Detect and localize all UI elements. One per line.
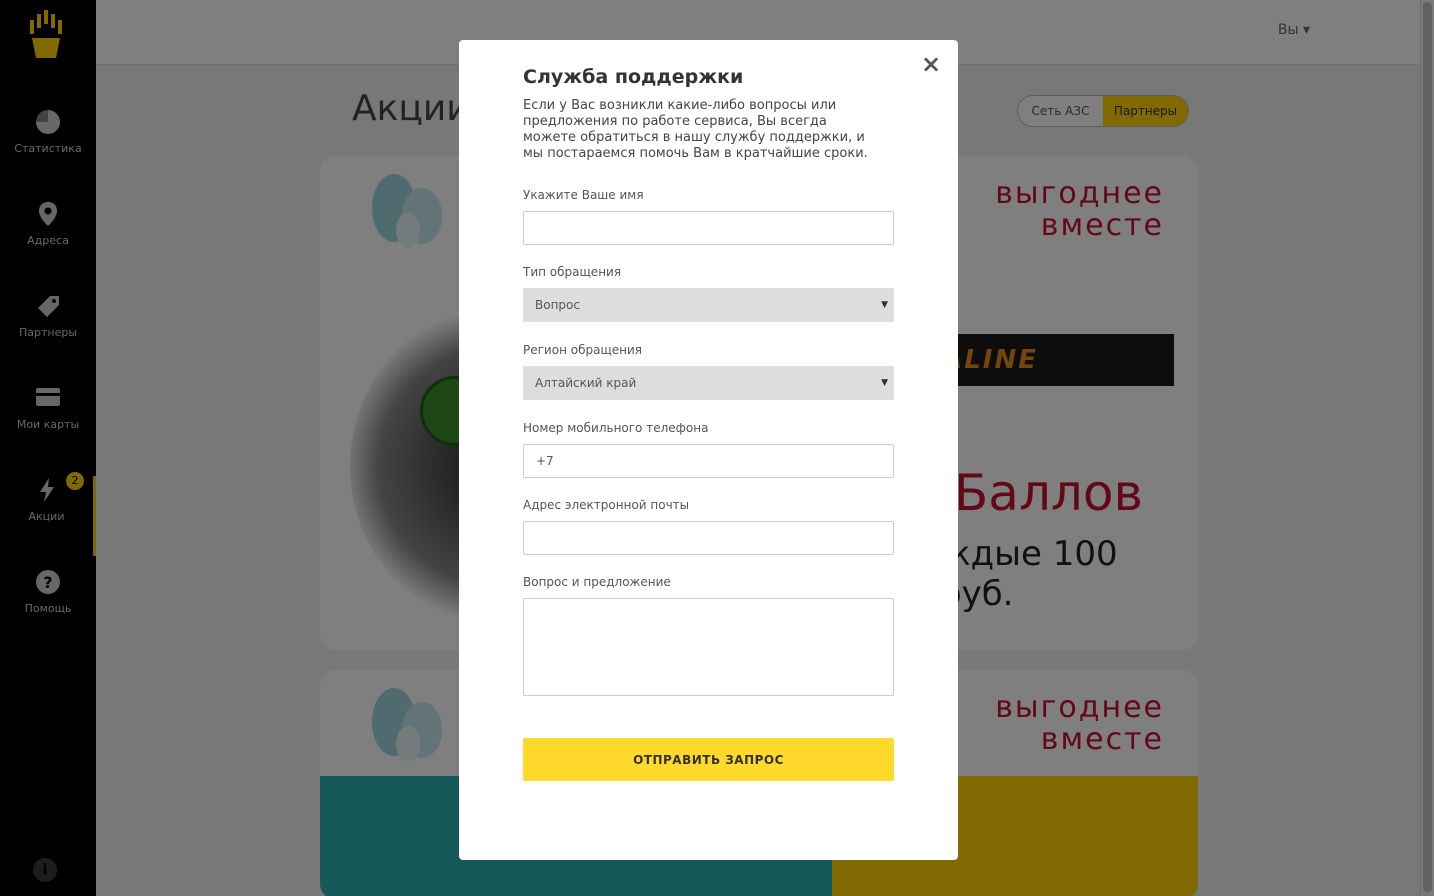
support-modal: × Служба поддержки Если у Вас возникли к… bbox=[459, 40, 958, 860]
region-select[interactable]: Алтайский край ▼ bbox=[523, 366, 894, 400]
request-type-select[interactable]: Вопрос ▼ bbox=[523, 288, 894, 322]
name-label: Укажите Ваше имя bbox=[523, 188, 644, 202]
dropdown-arrow-icon: ▼ bbox=[881, 378, 888, 388]
phone-input[interactable] bbox=[523, 444, 894, 478]
email-input[interactable] bbox=[523, 521, 894, 555]
modal-title: Служба поддержки bbox=[523, 66, 744, 88]
question-textarea[interactable] bbox=[523, 598, 894, 696]
region-label: Регион обращения bbox=[523, 343, 642, 357]
submit-request-button[interactable]: ОТПРАВИТЬ ЗАПРОС bbox=[523, 738, 894, 781]
dropdown-arrow-icon: ▼ bbox=[881, 300, 888, 310]
request-type-value: Вопрос bbox=[535, 298, 580, 312]
region-value: Алтайский край bbox=[535, 376, 637, 390]
modal-description: Если у Вас возникли какие-либо вопросы и… bbox=[523, 98, 868, 161]
email-label: Адрес электронной почты bbox=[523, 498, 690, 512]
question-label: Вопрос и предложение bbox=[523, 575, 671, 589]
phone-label: Номер мобильного телефона bbox=[523, 421, 709, 435]
close-icon[interactable]: × bbox=[921, 52, 941, 76]
name-input[interactable] bbox=[523, 211, 894, 245]
request-type-label: Тип обращения bbox=[523, 265, 622, 279]
